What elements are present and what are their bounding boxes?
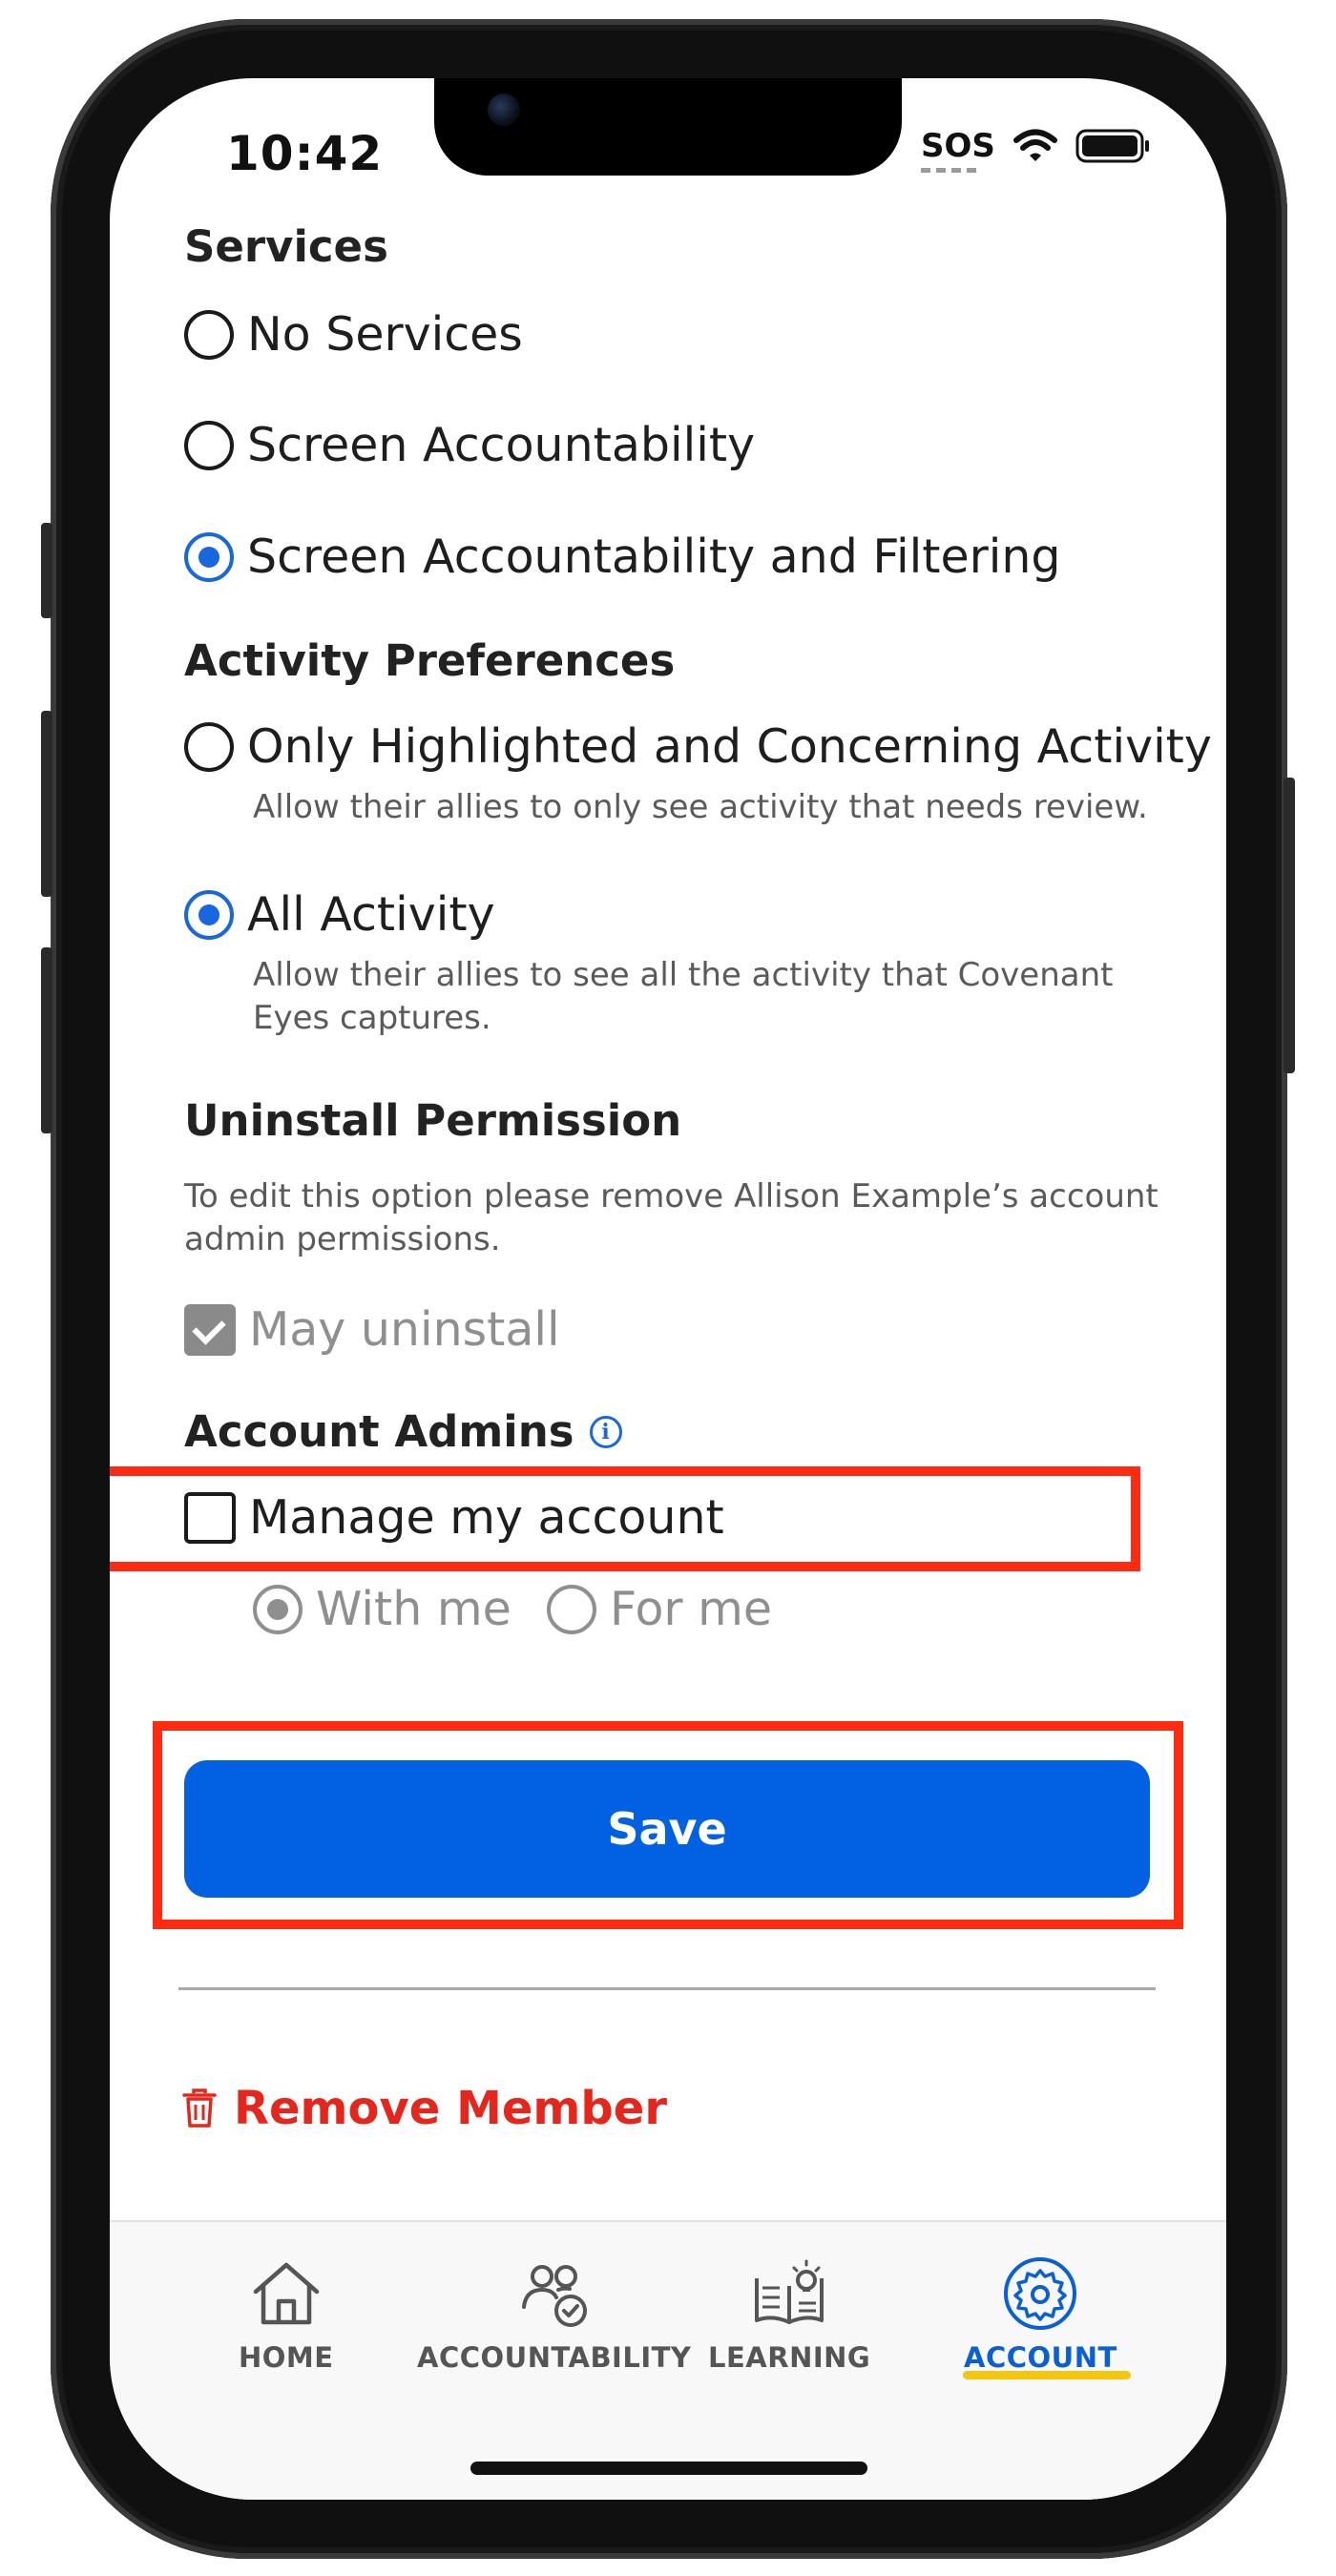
radio-label: Screen Accountability and Filtering <box>247 530 1061 584</box>
manage-my-account-label: Manage my account <box>249 1490 724 1545</box>
sos-label: SOS <box>921 127 995 165</box>
radio-no-services[interactable]: No Services <box>184 307 523 362</box>
tab-learning[interactable]: LEARNING <box>708 2255 870 2374</box>
radio-button-selected[interactable] <box>184 531 234 582</box>
radio-button[interactable] <box>184 309 234 360</box>
account-admins-heading-row: Account Admins i <box>184 1406 622 1457</box>
tab-accountability[interactable]: ACCOUNTABILITY <box>417 2255 691 2374</box>
may-uninstall-checkbox <box>184 1303 236 1356</box>
status-time: 10:42 <box>226 126 384 181</box>
trash-icon <box>182 2088 217 2128</box>
battery-icon <box>1075 129 1149 163</box>
sos-indicator: SOS <box>921 127 995 173</box>
info-icon[interactable]: i <box>589 1415 622 1448</box>
radio-button-disabled <box>547 1584 596 1634</box>
bottom-tab-bar: HOME ACCOUNTABILITY LEARNING ACCOUNT <box>110 2220 1226 2500</box>
home-indicator[interactable] <box>470 2462 867 2475</box>
may-uninstall-checkbox-row: May uninstall <box>184 1302 560 1357</box>
radio-button[interactable] <box>184 721 234 772</box>
tab-label: ACCOUNTABILITY <box>417 2341 692 2374</box>
services-heading: Services <box>184 221 388 272</box>
tab-label: LEARNING <box>708 2341 871 2374</box>
ringer-switch <box>41 523 52 618</box>
home-icon <box>253 2262 320 2325</box>
save-button[interactable]: Save <box>184 1760 1150 1898</box>
radio-label: Only Highlighted and Concerning Activity <box>247 719 1212 774</box>
radio-screen-accountability[interactable]: Screen Accountability <box>184 418 755 472</box>
radio-button[interactable] <box>184 420 234 470</box>
people-check-icon <box>521 2265 587 2327</box>
remove-member-label: Remove Member <box>234 2082 667 2135</box>
remove-member-button[interactable]: Remove Member <box>182 2082 667 2135</box>
tab-label: HOME <box>239 2341 334 2374</box>
manage-my-account-checkbox[interactable] <box>184 1491 236 1544</box>
book-lightbulb-icon <box>755 2259 825 2324</box>
highlighted-activity-description: Allow their allies to only see activity … <box>253 788 1148 826</box>
radio-with-me: With me <box>253 1582 511 1636</box>
radio-label: All Activity <box>247 887 495 942</box>
radio-label: Screen Accountability <box>247 418 756 472</box>
signal-dots-icon <box>921 168 980 173</box>
divider <box>178 1987 1156 1990</box>
power-button <box>1284 778 1295 1073</box>
status-icons: SOS <box>921 127 1152 173</box>
screen: 10:42 SOS Services No Services Screen Ac… <box>110 78 1226 2500</box>
active-tab-underline <box>963 2371 1131 2379</box>
may-uninstall-label: May uninstall <box>249 1302 560 1357</box>
uninstall-permission-description: To edit this option please remove Alliso… <box>184 1177 1159 1258</box>
radio-all-activity[interactable]: All Activity <box>184 887 495 942</box>
radio-label: With me <box>316 1582 511 1636</box>
manage-my-account-checkbox-row[interactable]: Manage my account <box>184 1490 724 1545</box>
radio-for-me: For me <box>547 1582 772 1636</box>
radio-label: For me <box>610 1582 773 1636</box>
notch <box>434 78 902 176</box>
tab-account[interactable]: ACCOUNT <box>964 2255 1117 2374</box>
radio-highlighted-activity[interactable]: Only Highlighted and Concerning Activity <box>184 719 1212 774</box>
uninstall-permission-heading: Uninstall Permission <box>184 1095 682 1146</box>
member-settings-content: 10:42 SOS Services No Services Screen Ac… <box>110 78 1226 2500</box>
radio-screen-accountability-filtering[interactable]: Screen Accountability and Filtering <box>184 530 1061 584</box>
all-activity-description: Allow their allies to see all the activi… <box>253 956 1114 1037</box>
radio-label: No Services <box>247 307 523 362</box>
radio-button-selected[interactable] <box>184 889 234 940</box>
volume-up-button <box>41 711 52 897</box>
wifi-icon <box>1012 129 1057 161</box>
camera-icon <box>488 93 520 126</box>
tab-label: ACCOUNT <box>964 2341 1117 2374</box>
volume-down-button <box>41 947 52 1133</box>
account-admins-heading: Account Admins <box>184 1406 574 1457</box>
gear-icon <box>1004 2257 1077 2330</box>
radio-button-disabled-selected <box>253 1584 303 1634</box>
activity-preferences-heading: Activity Preferences <box>184 635 676 686</box>
tab-home[interactable]: HOME <box>239 2255 334 2374</box>
